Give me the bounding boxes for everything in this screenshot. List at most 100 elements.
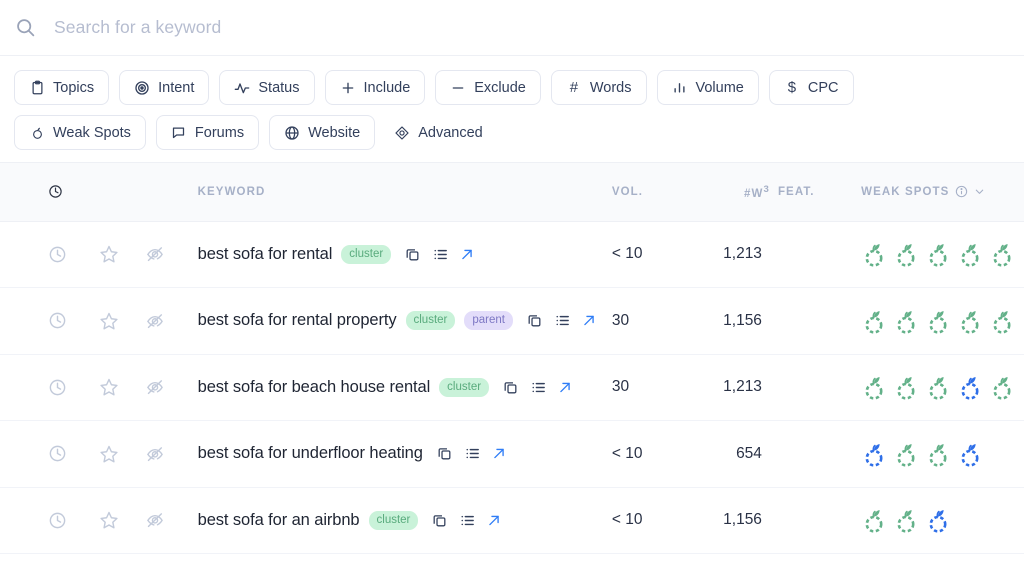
header-words[interactable]: #W3 <box>693 163 778 222</box>
table-row[interactable]: best sofa for an airbnb cluster < 10 1,156 <box>0 487 1024 554</box>
filter-row-primary: Topics Intent Status Include Exclude # W… <box>14 70 1010 105</box>
star-icon[interactable] <box>99 311 119 331</box>
row-history-cell <box>48 221 98 288</box>
filter-intent-button[interactable]: Intent <box>119 70 210 105</box>
weak-spot-icon[interactable] <box>893 306 919 336</box>
open-external-arrow-icon[interactable] <box>492 447 506 461</box>
header-feat[interactable]: FEAT. <box>777 163 844 222</box>
eye-off-icon[interactable] <box>145 377 165 397</box>
keyword-text[interactable]: best sofa for beach house rental <box>198 378 431 397</box>
weak-spot-icon[interactable] <box>989 306 1015 336</box>
cube-icon <box>394 125 410 141</box>
row-volume-cell: < 10 <box>612 421 694 488</box>
info-icon[interactable] <box>955 185 968 198</box>
filter-volume-button[interactable]: Volume <box>656 70 759 105</box>
clock-icon[interactable] <box>48 377 68 397</box>
list-icon[interactable] <box>432 246 449 263</box>
clock-icon[interactable] <box>48 182 68 202</box>
filter-advanced-button[interactable]: Advanced <box>385 115 498 150</box>
badge-cluster[interactable]: cluster <box>368 510 419 530</box>
filter-website-button[interactable]: Website <box>269 115 376 150</box>
header-weak-spots[interactable]: WEAK SPOTS <box>843 163 1024 222</box>
weak-spot-icon[interactable] <box>989 372 1015 402</box>
row-select-cell <box>0 354 48 421</box>
list-icon[interactable] <box>464 445 481 462</box>
badge-cluster[interactable]: cluster <box>341 244 392 264</box>
keyword-text[interactable]: best sofa for an airbnb <box>198 511 360 530</box>
star-icon[interactable] <box>99 444 119 464</box>
open-external-arrow-icon[interactable] <box>487 513 501 527</box>
row-history-cell <box>48 354 98 421</box>
filter-exclude-button[interactable]: Exclude <box>435 70 541 105</box>
badge-cluster[interactable]: cluster <box>405 311 456 331</box>
filter-cpc-button[interactable]: $ CPC <box>768 70 854 105</box>
weak-spot-icon[interactable] <box>925 239 951 269</box>
weak-spot-icon[interactable] <box>925 505 951 535</box>
search-input[interactable] <box>54 17 1024 38</box>
weak-spot-icon[interactable] <box>957 306 983 336</box>
filter-forums-button[interactable]: Forums <box>155 115 260 150</box>
copy-icon[interactable] <box>502 379 519 396</box>
words-value: 1,156 <box>723 511 762 529</box>
weak-spot-icon[interactable] <box>893 239 919 269</box>
filter-include-label: Include <box>363 79 411 96</box>
weak-spot-icon[interactable] <box>925 372 951 402</box>
clock-icon[interactable] <box>48 244 68 264</box>
weak-spot-icon[interactable] <box>861 439 887 469</box>
list-icon[interactable] <box>530 379 547 396</box>
weak-spot-icon[interactable] <box>893 505 919 535</box>
star-icon[interactable] <box>99 244 119 264</box>
filter-words-button[interactable]: # Words <box>550 70 647 105</box>
copy-icon[interactable] <box>404 246 421 263</box>
header-keyword[interactable]: KEYWORD <box>197 163 612 222</box>
badge-parent[interactable]: parent <box>464 311 513 331</box>
weak-spot-icon[interactable] <box>957 239 983 269</box>
weak-spot-icon[interactable] <box>925 306 951 336</box>
eye-off-icon[interactable] <box>145 244 165 264</box>
row-feat-cell <box>778 421 843 488</box>
weak-spot-icon[interactable] <box>861 372 887 402</box>
weak-spot-icon[interactable] <box>989 239 1015 269</box>
eye-off-icon[interactable] <box>145 510 165 530</box>
table-row[interactable]: best sofa for beach house rental cluster 3… <box>0 354 1024 421</box>
weak-spot-icon[interactable] <box>957 439 983 469</box>
weak-spot-icon[interactable] <box>861 239 887 269</box>
filter-topics-button[interactable]: Topics <box>14 70 110 105</box>
copy-icon[interactable] <box>526 312 543 329</box>
clock-icon[interactable] <box>48 510 68 530</box>
star-icon[interactable] <box>99 377 119 397</box>
weak-spot-icon[interactable] <box>861 306 887 336</box>
copy-icon[interactable] <box>431 512 448 529</box>
keyword-text[interactable]: best sofa for underfloor heating <box>198 444 423 463</box>
weak-spot-icon[interactable] <box>893 372 919 402</box>
star-icon[interactable] <box>99 510 119 530</box>
message-square-icon <box>171 125 187 141</box>
keyword-text[interactable]: best sofa for rental <box>198 245 333 264</box>
weak-spot-icon[interactable] <box>957 372 983 402</box>
weak-spot-icon[interactable] <box>893 439 919 469</box>
clock-icon[interactable] <box>48 311 68 331</box>
table-row[interactable]: best sofa for rental cluster < 10 1,213 <box>0 221 1024 288</box>
open-external-arrow-icon[interactable] <box>582 314 596 328</box>
open-external-arrow-icon[interactable] <box>460 247 474 261</box>
chevron-down-icon[interactable] <box>974 186 985 197</box>
clock-icon[interactable] <box>48 444 68 464</box>
list-icon[interactable] <box>554 312 571 329</box>
header-volume[interactable]: VOL. <box>611 163 694 222</box>
open-external-arrow-icon[interactable] <box>558 380 572 394</box>
eye-off-icon[interactable] <box>145 444 165 464</box>
weak-spot-icon[interactable] <box>861 505 887 535</box>
filter-status-button[interactable]: Status <box>219 70 315 105</box>
filter-include-button[interactable]: Include <box>324 70 426 105</box>
copy-icon[interactable] <box>436 445 453 462</box>
activity-pulse-icon <box>234 80 250 96</box>
table-row[interactable]: best sofa for underfloor heating < 10 654 <box>0 421 1024 488</box>
weak-spot-icon[interactable] <box>925 439 951 469</box>
badge-cluster[interactable]: cluster <box>439 377 490 397</box>
volume-value: 30 <box>611 311 630 329</box>
keyword-text[interactable]: best sofa for rental property <box>198 311 397 330</box>
filter-weak-spots-button[interactable]: Weak Spots <box>14 115 146 150</box>
table-row[interactable]: best sofa for rental property cluster pare… <box>0 288 1024 354</box>
list-icon[interactable] <box>459 512 476 529</box>
eye-off-icon[interactable] <box>145 311 165 331</box>
